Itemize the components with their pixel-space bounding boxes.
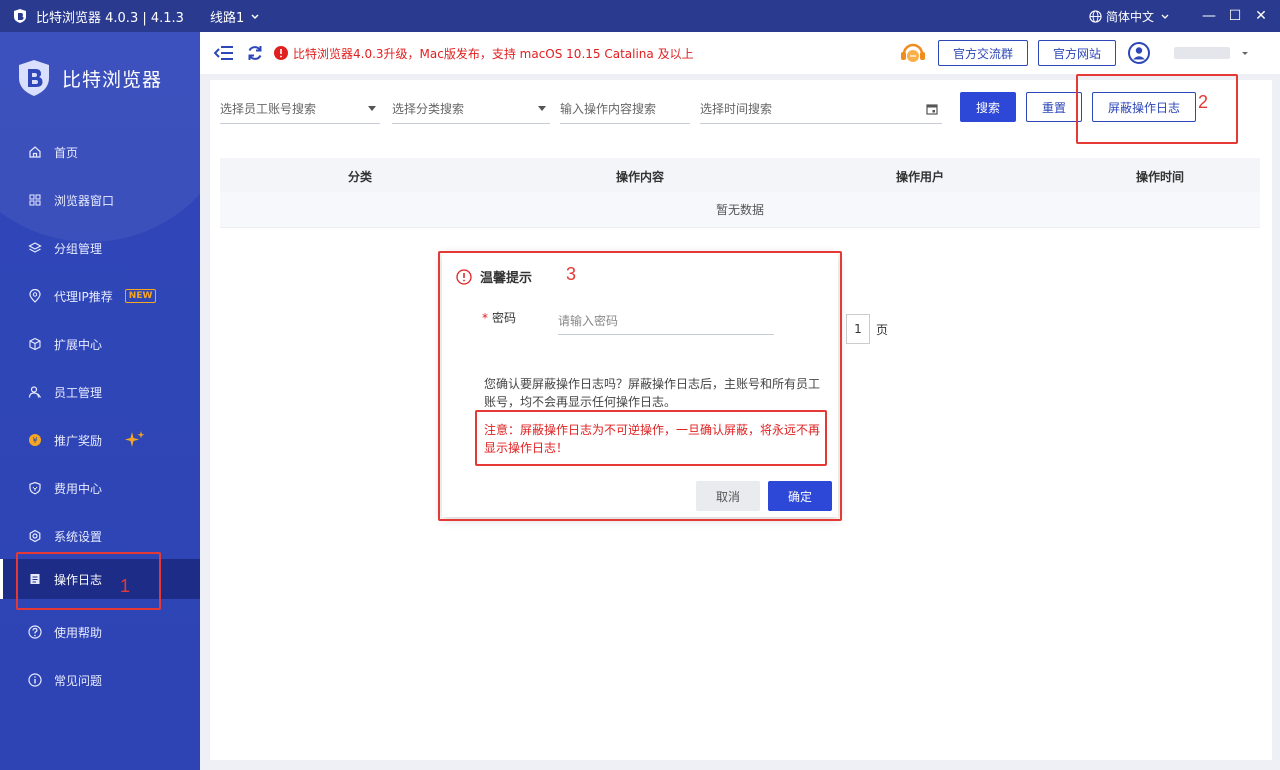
chevron-down-icon[interactable] <box>1240 48 1250 58</box>
pagination: 1 页 <box>846 314 888 344</box>
upgrade-notice[interactable]: 比特浏览器4.0.3升级，Mac版发布，支持 macOS 10.15 Catal… <box>274 45 694 62</box>
official-site-button[interactable]: 官方网站 <box>1037 40 1116 66</box>
collapse-menu-icon[interactable] <box>214 44 234 62</box>
new-badge: NEW <box>124 289 157 303</box>
annotation-box-warning <box>475 410 827 466</box>
sidebar-item-label: 常见问题 <box>54 673 103 688</box>
shield-icon <box>29 481 41 495</box>
sparkle-icon <box>125 431 145 447</box>
reset-button[interactable]: 重置 <box>1026 92 1082 122</box>
sidebar-item-label: 分组管理 <box>54 241 103 256</box>
brand-logo-icon <box>19 60 49 96</box>
close-button[interactable]: ✕ <box>1248 0 1274 32</box>
sidebar-item-billing[interactable]: 费用中心 <box>0 468 200 508</box>
content-search-input[interactable]: 输入操作内容搜索 <box>560 94 690 124</box>
notice-text: 比特浏览器4.0.3升级，Mac版发布，支持 macOS 10.15 Catal… <box>293 46 694 61</box>
official-group-button[interactable]: 官方交流群 <box>937 40 1028 66</box>
grid-icon <box>29 194 41 206</box>
top-toolbar: 比特浏览器4.0.3升级，Mac版发布，支持 macOS 10.15 Catal… <box>200 32 1280 74</box>
sidebar-item-label: 系统设置 <box>54 529 103 544</box>
customer-service-icon[interactable] <box>898 40 928 66</box>
sidebar-item-rewards[interactable]: ¥ 推广奖励 <box>0 420 200 460</box>
column-header: 分类 <box>348 170 373 184</box>
chevron-down-icon <box>251 14 259 20</box>
annotation-number-2: 2 <box>1198 92 1209 112</box>
page-suffix: 页 <box>876 322 889 337</box>
sidebar-item-label: 员工管理 <box>54 385 103 400</box>
search-button[interactable]: 搜索 <box>960 92 1016 122</box>
alert-icon <box>274 46 288 60</box>
users-icon <box>28 386 41 398</box>
cube-icon <box>29 337 41 351</box>
time-filter[interactable]: 选择时间搜索 <box>700 94 942 124</box>
language-label: 简体中文 <box>1105 9 1154 24</box>
sidebar-item-home[interactable]: 首页 <box>0 132 200 172</box>
staff-filter-placeholder: 选择员工账号搜索 <box>220 102 317 116</box>
sidebar-item-settings[interactable]: 系统设置 <box>0 516 200 556</box>
info-icon <box>28 673 42 687</box>
column-header: 操作用户 <box>896 170 945 184</box>
content-search-placeholder: 输入操作内容搜索 <box>560 102 657 116</box>
page-number-input[interactable]: 1 <box>846 314 870 344</box>
annotation-box-1 <box>16 552 161 610</box>
home-icon <box>29 146 41 158</box>
sidebar-item-label: 首页 <box>54 145 79 160</box>
globe-icon <box>1089 9 1102 23</box>
language-selector[interactable]: 简体中文 <box>1089 8 1172 25</box>
category-filter[interactable]: 选择分类搜索 <box>392 94 550 124</box>
brand: 比特浏览器 <box>16 58 162 98</box>
caret-down-icon <box>368 106 376 111</box>
annotation-number-3: 3 <box>566 264 577 284</box>
reward-icon: ¥ <box>29 434 41 446</box>
app-logo-icon <box>14 9 26 23</box>
sidebar-item-label: 费用中心 <box>54 481 103 496</box>
empty-row: 暂无数据 <box>220 192 1260 228</box>
annotation-box-2 <box>1076 74 1238 144</box>
brand-name: 比特浏览器 <box>62 68 163 91</box>
sidebar-item-browser-windows[interactable]: 浏览器窗口 <box>0 180 200 220</box>
sidebar-item-help[interactable]: 使用帮助 <box>0 612 200 652</box>
help-icon <box>28 625 42 639</box>
gear-icon <box>29 529 41 543</box>
avatar[interactable] <box>1128 42 1150 64</box>
sidebar-item-proxy[interactable]: 代理IP推荐 NEW <box>0 276 200 316</box>
window-title: 比特浏览器 4.0.3 | 4.1.3 <box>36 10 184 26</box>
caret-down-icon <box>538 106 546 111</box>
location-icon <box>29 289 41 303</box>
sidebar-item-faq[interactable]: 常见问题 <box>0 660 200 700</box>
layers-icon <box>28 242 42 253</box>
maximize-button[interactable]: ☐ <box>1222 0 1248 32</box>
minimize-button[interactable]: — <box>1196 0 1222 32</box>
username-blurred <box>1174 47 1230 59</box>
window-titlebar: 比特浏览器 4.0.3 | 4.1.3 线路1 简体中文 — ☐ ✕ <box>0 0 1280 32</box>
route-label: 线路1 <box>209 10 245 26</box>
route-selector[interactable]: 线路1 <box>210 7 260 26</box>
category-filter-placeholder: 选择分类搜索 <box>392 102 465 116</box>
annotation-number-1: 1 <box>120 576 131 596</box>
sidebar-item-groups[interactable]: 分组管理 <box>0 228 200 268</box>
sidebar-item-label: 使用帮助 <box>54 625 103 640</box>
sidebar-item-extensions[interactable]: 扩展中心 <box>0 324 200 364</box>
sidebar-item-label: 浏览器窗口 <box>54 193 115 208</box>
sidebar-item-label: 扩展中心 <box>54 337 103 352</box>
column-header: 操作内容 <box>616 170 665 184</box>
chevron-down-icon <box>1161 14 1169 19</box>
sidebar-item-label: 推广奖励 <box>54 433 103 448</box>
column-header: 操作时间 <box>1136 170 1185 184</box>
calendar-icon <box>926 104 938 115</box>
staff-filter[interactable]: 选择员工账号搜索 <box>220 94 380 124</box>
table-header: 分类 操作内容 操作用户 操作时间 <box>220 158 1260 192</box>
sidebar-item-label: 代理IP推荐 <box>54 289 113 304</box>
annotation-box-3 <box>438 251 842 521</box>
refresh-icon[interactable] <box>246 44 264 62</box>
svg-text:¥: ¥ <box>32 436 37 445</box>
sidebar: 比特浏览器 首页 浏览器窗口 分组管理 代理IP推荐 NEW 扩展中心 员工管理… <box>0 32 200 770</box>
sidebar-item-staff[interactable]: 员工管理 <box>0 372 200 412</box>
time-filter-placeholder: 选择时间搜索 <box>700 102 773 116</box>
